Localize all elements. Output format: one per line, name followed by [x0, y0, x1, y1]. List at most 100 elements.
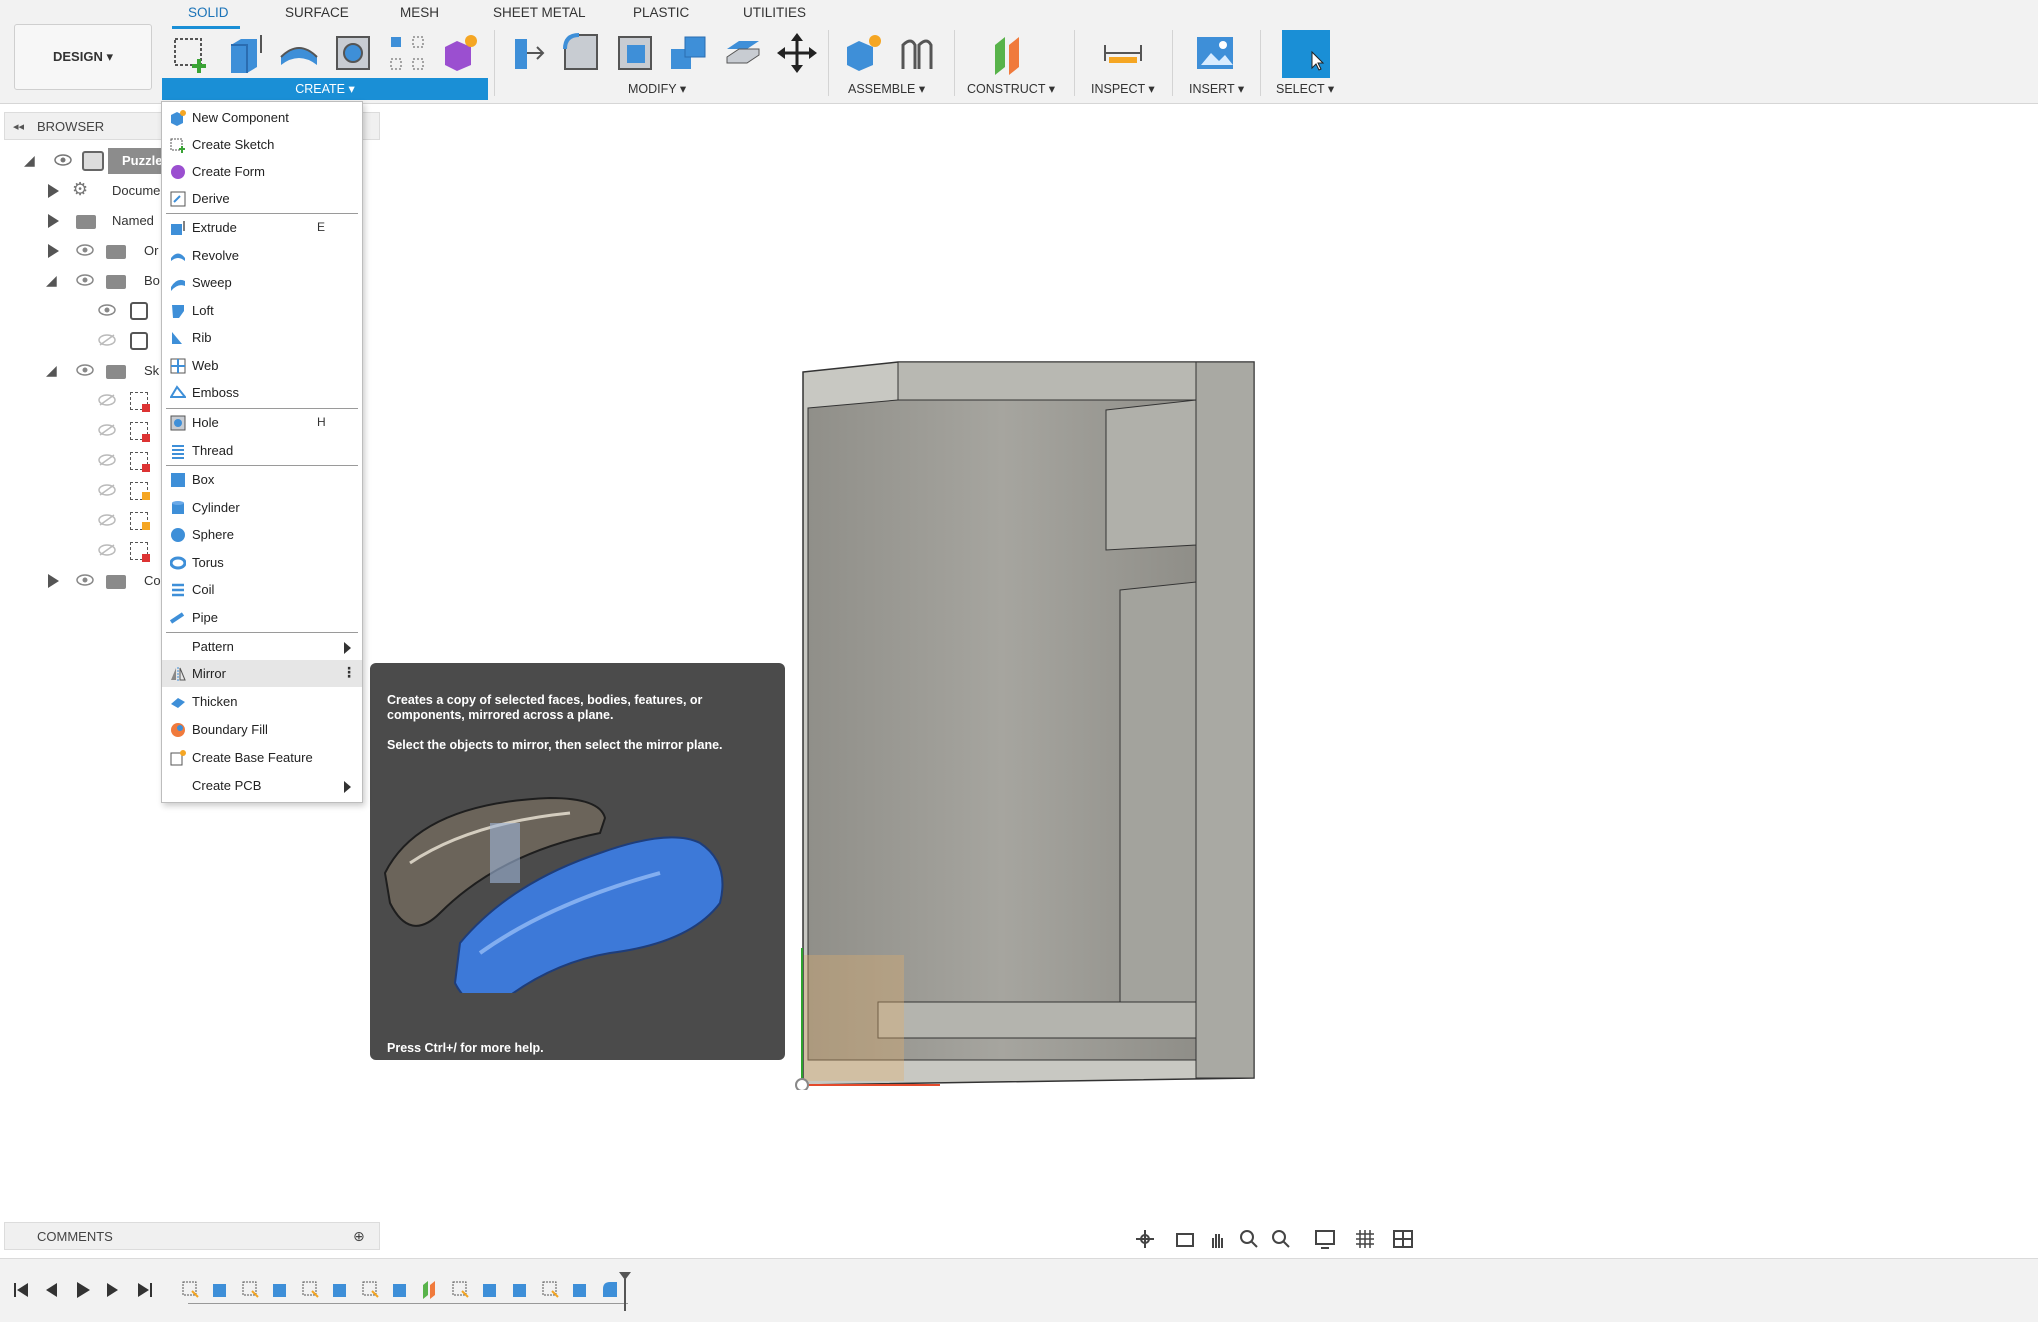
timeline-sketch-icon[interactable] — [450, 1279, 470, 1299]
expand-icon[interactable] — [48, 184, 59, 198]
workspace-dropdown[interactable]: DESIGN ▾ — [14, 24, 152, 90]
shell-tool[interactable] — [612, 30, 658, 76]
menu-item-mirror[interactable]: Mirror ⋮ — [162, 660, 362, 687]
select-tool[interactable] — [1282, 30, 1330, 78]
hidden-eye-icon[interactable] — [98, 394, 116, 406]
timeline-sketch-icon[interactable] — [540, 1279, 560, 1299]
collapse-icon[interactable]: ◂◂ — [13, 120, 24, 133]
3d-model-viewport[interactable] — [780, 350, 1280, 1090]
timeline-extrude-icon[interactable] — [510, 1279, 530, 1299]
origin-point[interactable] — [795, 1078, 809, 1090]
timeline-extrude-icon[interactable] — [480, 1279, 500, 1299]
step-forward-icon[interactable] — [104, 1281, 122, 1299]
menu-item-web[interactable]: Web — [162, 352, 362, 379]
tab-solid[interactable]: SOLID — [188, 5, 229, 20]
timeline-extrude-icon[interactable] — [390, 1279, 410, 1299]
menu-item-loft[interactable]: Loft — [162, 297, 362, 324]
menu-item-extrude[interactable]: Extrude E — [162, 214, 362, 241]
timeline-plane-icon[interactable] — [420, 1279, 440, 1299]
menu-item-thread[interactable]: Thread — [162, 437, 362, 464]
modify-group-button[interactable]: MODIFY ▾ — [628, 81, 686, 96]
hidden-eye-icon[interactable] — [98, 484, 116, 496]
inspect-group-button[interactable]: INSPECT ▾ — [1091, 81, 1155, 96]
timeline-marker[interactable] — [618, 1271, 632, 1311]
create-form-tool[interactable] — [436, 30, 482, 76]
menu-item-thicken[interactable]: Thicken — [162, 688, 362, 715]
tab-plastic[interactable]: PLASTIC — [633, 5, 689, 20]
menu-item-rib[interactable]: Rib — [162, 324, 362, 351]
assemble-group-button[interactable]: ASSEMBLE ▾ — [848, 81, 925, 96]
expand-icon[interactable] — [48, 214, 59, 228]
go-to-start-icon[interactable] — [12, 1281, 30, 1299]
menu-item-pipe[interactable]: Pipe — [162, 604, 362, 631]
more-options-icon[interactable]: ⋮ — [342, 664, 356, 681]
revolve-tool[interactable] — [276, 30, 322, 76]
visibility-eye-icon[interactable] — [76, 244, 94, 256]
press-pull-tool[interactable] — [504, 30, 550, 76]
timeline-extrude-icon[interactable] — [330, 1279, 350, 1299]
zoom-window-icon[interactable] — [1270, 1228, 1292, 1250]
insert-group-button[interactable]: INSERT ▾ — [1189, 81, 1244, 96]
zoom-icon[interactable] — [1238, 1228, 1260, 1250]
timeline-sketch-icon[interactable] — [240, 1279, 260, 1299]
combine-tool[interactable] — [666, 30, 712, 76]
fillet-tool[interactable] — [558, 30, 604, 76]
timeline-extrude-icon[interactable] — [270, 1279, 290, 1299]
construct-group-button[interactable]: CONSTRUCT ▾ — [967, 81, 1055, 96]
expand-icon[interactable] — [48, 574, 59, 588]
viewports-icon[interactable] — [1392, 1228, 1414, 1250]
orbit-icon[interactable] — [1134, 1228, 1156, 1250]
menu-item-create-pcb[interactable]: Create PCB — [162, 772, 362, 799]
visibility-eye-icon[interactable] — [54, 154, 72, 166]
create-group-button[interactable]: CREATE ▾ — [162, 78, 488, 100]
visibility-eye-icon[interactable] — [98, 304, 116, 316]
hole-tool[interactable] — [330, 30, 376, 76]
menu-item-cylinder[interactable]: Cylinder — [162, 494, 362, 521]
display-settings-icon[interactable] — [1314, 1228, 1336, 1250]
measure-tool[interactable] — [1100, 30, 1146, 76]
expand-icon[interactable] — [48, 244, 59, 258]
hidden-eye-icon[interactable] — [98, 514, 116, 526]
visibility-eye-icon[interactable] — [76, 274, 94, 286]
hidden-eye-icon[interactable] — [98, 424, 116, 436]
create-sketch-tool[interactable] — [168, 30, 214, 76]
tab-surface[interactable]: SURFACE — [285, 5, 349, 20]
look-at-icon[interactable] — [1174, 1228, 1196, 1250]
pattern-tool[interactable] — [384, 30, 430, 76]
expanded-icon[interactable]: ◢ — [46, 362, 57, 379]
offset-plane-tool[interactable] — [986, 30, 1032, 76]
expanded-icon[interactable]: ◢ — [46, 272, 57, 289]
menu-item-new-component[interactable]: New Component — [162, 104, 362, 131]
menu-item-create-base-feature[interactable]: Create Base Feature — [162, 744, 362, 771]
tab-sheet-metal[interactable]: SHEET METAL — [493, 5, 586, 20]
menu-item-hole[interactable]: Hole H — [162, 409, 362, 436]
timeline-sketch-icon[interactable] — [360, 1279, 380, 1299]
joint-tool[interactable] — [894, 30, 940, 76]
visibility-eye-icon[interactable] — [76, 364, 94, 376]
hidden-eye-icon[interactable] — [98, 334, 116, 346]
comments-panel-header[interactable]: COMMENTS ⊕ — [4, 1222, 380, 1250]
hidden-eye-icon[interactable] — [98, 454, 116, 466]
menu-item-coil[interactable]: Coil — [162, 576, 362, 603]
insert-canvas-tool[interactable] — [1192, 30, 1238, 76]
menu-item-revolve[interactable]: Revolve — [162, 242, 362, 269]
menu-item-emboss[interactable]: Emboss — [162, 379, 362, 406]
menu-item-sphere[interactable]: Sphere — [162, 521, 362, 548]
menu-item-torus[interactable]: Torus — [162, 549, 362, 576]
expanded-icon[interactable]: ◢ — [24, 152, 35, 169]
grid-icon[interactable] — [1354, 1228, 1376, 1250]
timeline-fillet-icon[interactable] — [600, 1279, 620, 1299]
tab-mesh[interactable]: MESH — [400, 5, 439, 20]
hidden-eye-icon[interactable] — [98, 544, 116, 556]
select-group-button[interactable]: SELECT ▾ — [1276, 81, 1334, 96]
play-icon[interactable] — [74, 1281, 92, 1299]
move-copy-tool[interactable] — [774, 30, 820, 76]
menu-item-create-form[interactable]: Create Form — [162, 158, 362, 185]
step-back-icon[interactable] — [42, 1281, 60, 1299]
menu-item-create-sketch[interactable]: Create Sketch — [162, 131, 362, 158]
offset-face-tool[interactable] — [720, 30, 766, 76]
timeline-extrude-icon[interactable] — [570, 1279, 590, 1299]
extrude-tool[interactable] — [222, 30, 268, 76]
menu-item-sweep[interactable]: Sweep — [162, 269, 362, 296]
pan-hand-icon[interactable] — [1207, 1228, 1229, 1250]
